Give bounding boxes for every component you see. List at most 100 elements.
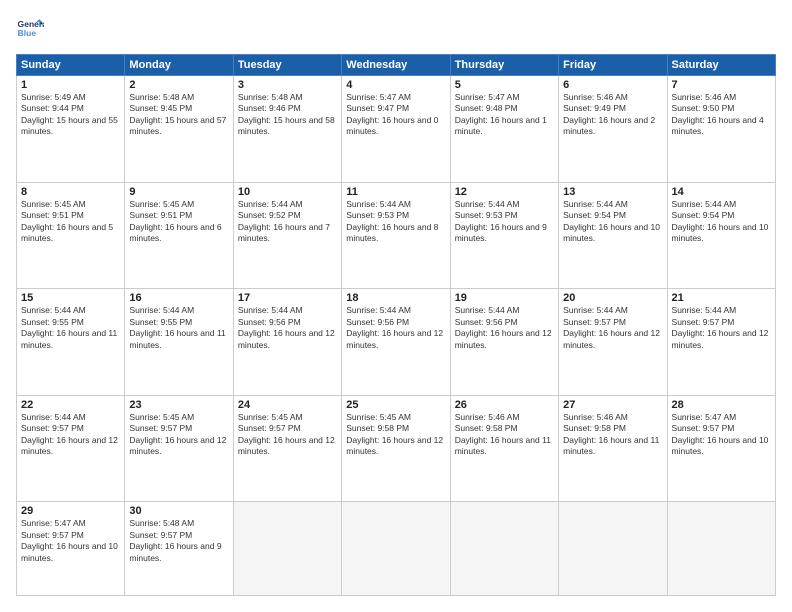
day-info: Sunrise: 5:44 AM Sunset: 9:52 PM Dayligh… <box>238 199 337 245</box>
calendar-cell: 5 Sunrise: 5:47 AM Sunset: 9:48 PM Dayli… <box>450 76 558 183</box>
day-info: Sunrise: 5:44 AM Sunset: 9:55 PM Dayligh… <box>129 305 228 351</box>
calendar-cell: 27 Sunrise: 5:46 AM Sunset: 9:58 PM Dayl… <box>559 395 667 502</box>
day-info: Sunrise: 5:46 AM Sunset: 9:58 PM Dayligh… <box>455 412 554 458</box>
day-number: 26 <box>455 399 554 411</box>
day-info: Sunrise: 5:46 AM Sunset: 9:50 PM Dayligh… <box>672 92 771 138</box>
day-number: 2 <box>129 79 228 91</box>
day-number: 7 <box>672 79 771 91</box>
day-number: 21 <box>672 292 771 304</box>
calendar-week-1: 8 Sunrise: 5:45 AM Sunset: 9:51 PM Dayli… <box>17 182 776 289</box>
calendar-cell: 20 Sunrise: 5:44 AM Sunset: 9:57 PM Dayl… <box>559 289 667 396</box>
calendar-cell: 12 Sunrise: 5:44 AM Sunset: 9:53 PM Dayl… <box>450 182 558 289</box>
calendar-cell: 24 Sunrise: 5:45 AM Sunset: 9:57 PM Dayl… <box>233 395 341 502</box>
day-number: 8 <box>21 186 120 198</box>
calendar-cell: 4 Sunrise: 5:47 AM Sunset: 9:47 PM Dayli… <box>342 76 450 183</box>
day-info: Sunrise: 5:44 AM Sunset: 9:56 PM Dayligh… <box>346 305 445 351</box>
weekday-header-monday: Monday <box>125 55 233 76</box>
calendar-body: 1 Sunrise: 5:49 AM Sunset: 9:44 PM Dayli… <box>17 76 776 596</box>
calendar-cell <box>559 502 667 596</box>
logo: General Blue <box>16 16 28 44</box>
calendar-cell: 17 Sunrise: 5:44 AM Sunset: 9:56 PM Dayl… <box>233 289 341 396</box>
day-info: Sunrise: 5:44 AM Sunset: 9:54 PM Dayligh… <box>672 199 771 245</box>
calendar-cell: 6 Sunrise: 5:46 AM Sunset: 9:49 PM Dayli… <box>559 76 667 183</box>
day-info: Sunrise: 5:44 AM Sunset: 9:56 PM Dayligh… <box>238 305 337 351</box>
day-info: Sunrise: 5:47 AM Sunset: 9:57 PM Dayligh… <box>672 412 771 458</box>
calendar-cell: 21 Sunrise: 5:44 AM Sunset: 9:57 PM Dayl… <box>667 289 775 396</box>
calendar-week-3: 22 Sunrise: 5:44 AM Sunset: 9:57 PM Dayl… <box>17 395 776 502</box>
weekday-header-friday: Friday <box>559 55 667 76</box>
calendar-cell <box>667 502 775 596</box>
page-header: General Blue <box>16 16 776 44</box>
day-info: Sunrise: 5:47 AM Sunset: 9:48 PM Dayligh… <box>455 92 554 138</box>
day-info: Sunrise: 5:46 AM Sunset: 9:49 PM Dayligh… <box>563 92 662 138</box>
calendar-cell: 25 Sunrise: 5:45 AM Sunset: 9:58 PM Dayl… <box>342 395 450 502</box>
day-number: 3 <box>238 79 337 91</box>
day-info: Sunrise: 5:45 AM Sunset: 9:57 PM Dayligh… <box>238 412 337 458</box>
day-number: 18 <box>346 292 445 304</box>
calendar-cell: 15 Sunrise: 5:44 AM Sunset: 9:55 PM Dayl… <box>17 289 125 396</box>
calendar-cell: 28 Sunrise: 5:47 AM Sunset: 9:57 PM Dayl… <box>667 395 775 502</box>
day-info: Sunrise: 5:48 AM Sunset: 9:57 PM Dayligh… <box>129 518 228 564</box>
calendar-cell: 9 Sunrise: 5:45 AM Sunset: 9:51 PM Dayli… <box>125 182 233 289</box>
day-number: 6 <box>563 79 662 91</box>
day-number: 12 <box>455 186 554 198</box>
day-number: 22 <box>21 399 120 411</box>
calendar-week-2: 15 Sunrise: 5:44 AM Sunset: 9:55 PM Dayl… <box>17 289 776 396</box>
day-info: Sunrise: 5:45 AM Sunset: 9:57 PM Dayligh… <box>129 412 228 458</box>
weekday-header-thursday: Thursday <box>450 55 558 76</box>
day-number: 27 <box>563 399 662 411</box>
svg-text:Blue: Blue <box>18 28 37 38</box>
calendar-cell: 7 Sunrise: 5:46 AM Sunset: 9:50 PM Dayli… <box>667 76 775 183</box>
day-number: 25 <box>346 399 445 411</box>
day-info: Sunrise: 5:45 AM Sunset: 9:58 PM Dayligh… <box>346 412 445 458</box>
day-number: 19 <box>455 292 554 304</box>
calendar-cell: 16 Sunrise: 5:44 AM Sunset: 9:55 PM Dayl… <box>125 289 233 396</box>
weekday-header-tuesday: Tuesday <box>233 55 341 76</box>
calendar-cell: 13 Sunrise: 5:44 AM Sunset: 9:54 PM Dayl… <box>559 182 667 289</box>
day-info: Sunrise: 5:44 AM Sunset: 9:57 PM Dayligh… <box>563 305 662 351</box>
weekday-header-saturday: Saturday <box>667 55 775 76</box>
day-info: Sunrise: 5:44 AM Sunset: 9:57 PM Dayligh… <box>21 412 120 458</box>
day-number: 4 <box>346 79 445 91</box>
day-info: Sunrise: 5:47 AM Sunset: 9:57 PM Dayligh… <box>21 518 120 564</box>
calendar-cell: 30 Sunrise: 5:48 AM Sunset: 9:57 PM Dayl… <box>125 502 233 596</box>
day-info: Sunrise: 5:48 AM Sunset: 9:45 PM Dayligh… <box>129 92 228 138</box>
logo-icon: General Blue <box>16 16 44 44</box>
day-info: Sunrise: 5:49 AM Sunset: 9:44 PM Dayligh… <box>21 92 120 138</box>
day-info: Sunrise: 5:44 AM Sunset: 9:57 PM Dayligh… <box>672 305 771 351</box>
calendar-cell: 19 Sunrise: 5:44 AM Sunset: 9:56 PM Dayl… <box>450 289 558 396</box>
calendar-cell: 22 Sunrise: 5:44 AM Sunset: 9:57 PM Dayl… <box>17 395 125 502</box>
day-number: 24 <box>238 399 337 411</box>
calendar-table: SundayMondayTuesdayWednesdayThursdayFrid… <box>16 54 776 596</box>
day-number: 1 <box>21 79 120 91</box>
day-info: Sunrise: 5:48 AM Sunset: 9:46 PM Dayligh… <box>238 92 337 138</box>
calendar-cell: 2 Sunrise: 5:48 AM Sunset: 9:45 PM Dayli… <box>125 76 233 183</box>
day-info: Sunrise: 5:45 AM Sunset: 9:51 PM Dayligh… <box>21 199 120 245</box>
day-number: 28 <box>672 399 771 411</box>
day-info: Sunrise: 5:44 AM Sunset: 9:53 PM Dayligh… <box>455 199 554 245</box>
calendar-header-row: SundayMondayTuesdayWednesdayThursdayFrid… <box>17 55 776 76</box>
day-number: 10 <box>238 186 337 198</box>
calendar-cell: 11 Sunrise: 5:44 AM Sunset: 9:53 PM Dayl… <box>342 182 450 289</box>
day-number: 30 <box>129 505 228 517</box>
calendar-cell: 18 Sunrise: 5:44 AM Sunset: 9:56 PM Dayl… <box>342 289 450 396</box>
day-info: Sunrise: 5:44 AM Sunset: 9:53 PM Dayligh… <box>346 199 445 245</box>
day-info: Sunrise: 5:44 AM Sunset: 9:56 PM Dayligh… <box>455 305 554 351</box>
calendar-cell: 8 Sunrise: 5:45 AM Sunset: 9:51 PM Dayli… <box>17 182 125 289</box>
day-number: 13 <box>563 186 662 198</box>
calendar-cell <box>342 502 450 596</box>
day-number: 11 <box>346 186 445 198</box>
calendar-cell: 1 Sunrise: 5:49 AM Sunset: 9:44 PM Dayli… <box>17 76 125 183</box>
calendar-cell <box>450 502 558 596</box>
weekday-header-sunday: Sunday <box>17 55 125 76</box>
day-number: 5 <box>455 79 554 91</box>
calendar-cell: 14 Sunrise: 5:44 AM Sunset: 9:54 PM Dayl… <box>667 182 775 289</box>
day-number: 15 <box>21 292 120 304</box>
calendar-week-0: 1 Sunrise: 5:49 AM Sunset: 9:44 PM Dayli… <box>17 76 776 183</box>
day-number: 20 <box>563 292 662 304</box>
day-info: Sunrise: 5:47 AM Sunset: 9:47 PM Dayligh… <box>346 92 445 138</box>
calendar-cell <box>233 502 341 596</box>
day-number: 16 <box>129 292 228 304</box>
calendar-cell: 10 Sunrise: 5:44 AM Sunset: 9:52 PM Dayl… <box>233 182 341 289</box>
weekday-header-wednesday: Wednesday <box>342 55 450 76</box>
